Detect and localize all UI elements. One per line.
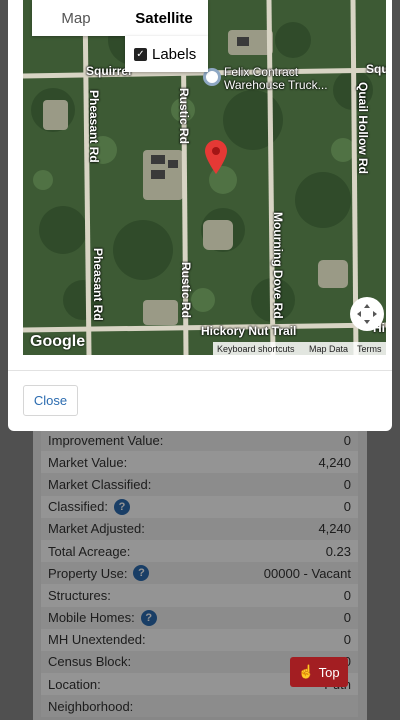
- labels-toggle[interactable]: ✓ Labels: [125, 36, 208, 72]
- keyboard-shortcuts-link[interactable]: Keyboard shortcuts: [213, 342, 305, 355]
- scroll-top-label: Top: [318, 664, 340, 680]
- map-data-link[interactable]: Map Data: [305, 342, 353, 355]
- road-label-pheasant-bottom: Pheasant Rd: [91, 248, 105, 321]
- satellite-map[interactable]: Squirrel Squir Pheasant Rd Pheasant Rd R…: [23, 0, 386, 355]
- camera-control-button[interactable]: [350, 297, 384, 331]
- map-tab-map[interactable]: Map: [32, 0, 120, 36]
- road-label-rustic-bottom: Rustic Rd: [179, 262, 193, 319]
- map-tab-satellite[interactable]: Satellite: [120, 0, 208, 36]
- road-label-pheasant-top: Pheasant Rd: [87, 90, 101, 163]
- scroll-top-button[interactable]: ☝ Top: [290, 657, 348, 687]
- map-modal: Squirrel Squir Pheasant Rd Pheasant Rd R…: [8, 0, 392, 431]
- terms-link[interactable]: Terms: [353, 342, 386, 355]
- labels-toggle-label: Labels: [152, 45, 197, 63]
- move-arrows-icon: [357, 304, 377, 324]
- checkbox-checked-icon[interactable]: ✓: [134, 47, 147, 61]
- map-type-control: Map Satellite: [32, 0, 208, 36]
- road-label-rustic-top: Rustic Rd: [177, 88, 191, 145]
- road-label-mourning-dove: Mourning Dove Rd: [271, 212, 285, 319]
- road-label-squirrel-right: Squir: [366, 62, 386, 76]
- road-label-hickory-nut: Hickory Nut Trail: [201, 324, 297, 338]
- close-button[interactable]: Close: [23, 385, 78, 416]
- poi-label[interactable]: Felix Contract Warehouse Truck...: [224, 66, 328, 92]
- google-logo: Google: [30, 333, 86, 350]
- location-pin-icon[interactable]: [205, 140, 227, 174]
- hand-pointer-icon: ☝: [298, 664, 315, 679]
- modal-divider: [8, 370, 392, 371]
- road-label-quail-hollow: Quail Hollow Rd: [356, 82, 370, 174]
